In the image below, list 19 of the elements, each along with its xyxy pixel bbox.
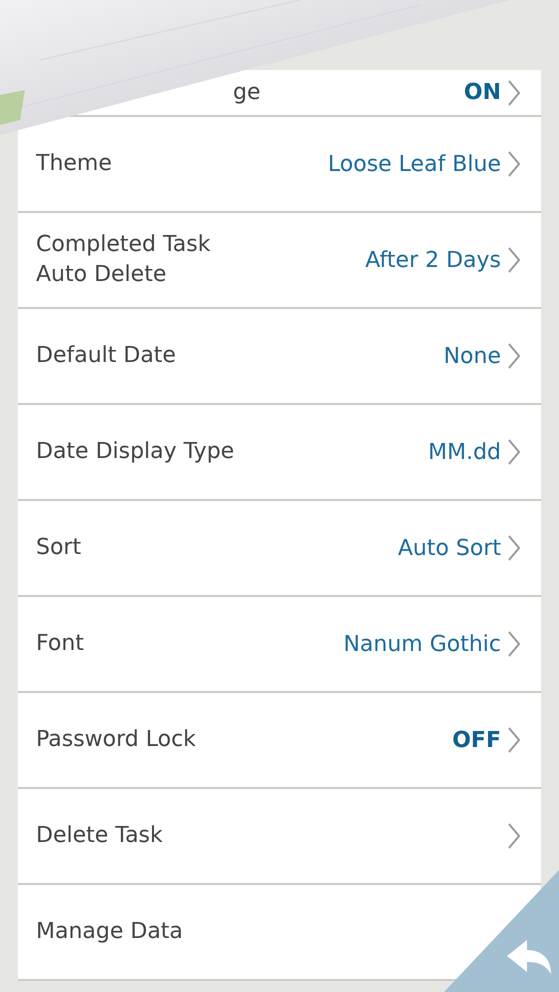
setting-label: Sort [36, 534, 82, 562]
setting-label: Password Lock [36, 726, 196, 754]
setting-label: Theme [36, 150, 112, 178]
setting-value: ON [464, 79, 501, 107]
setting-value: Loose Leaf Blue [328, 150, 501, 178]
setting-label: Completed Task Auto Delete [36, 231, 210, 289]
setting-label: Date Display Type [36, 438, 234, 466]
setting-value: MM.dd [428, 438, 501, 466]
setting-value: After 2 Days [365, 246, 501, 274]
setting-label: Default Date [36, 342, 176, 370]
setting-value: None [444, 342, 501, 370]
setting-label: Font [36, 630, 84, 658]
setting-value: Nanum Gothic [343, 630, 501, 658]
setting-label: ge [233, 78, 260, 106]
setting-label: Delete Task [36, 822, 163, 850]
reply-arrow-icon [507, 938, 553, 976]
setting-label: Manage Data [36, 918, 183, 946]
setting-value: OFF [452, 726, 501, 754]
setting-value: Auto Sort [398, 534, 501, 562]
